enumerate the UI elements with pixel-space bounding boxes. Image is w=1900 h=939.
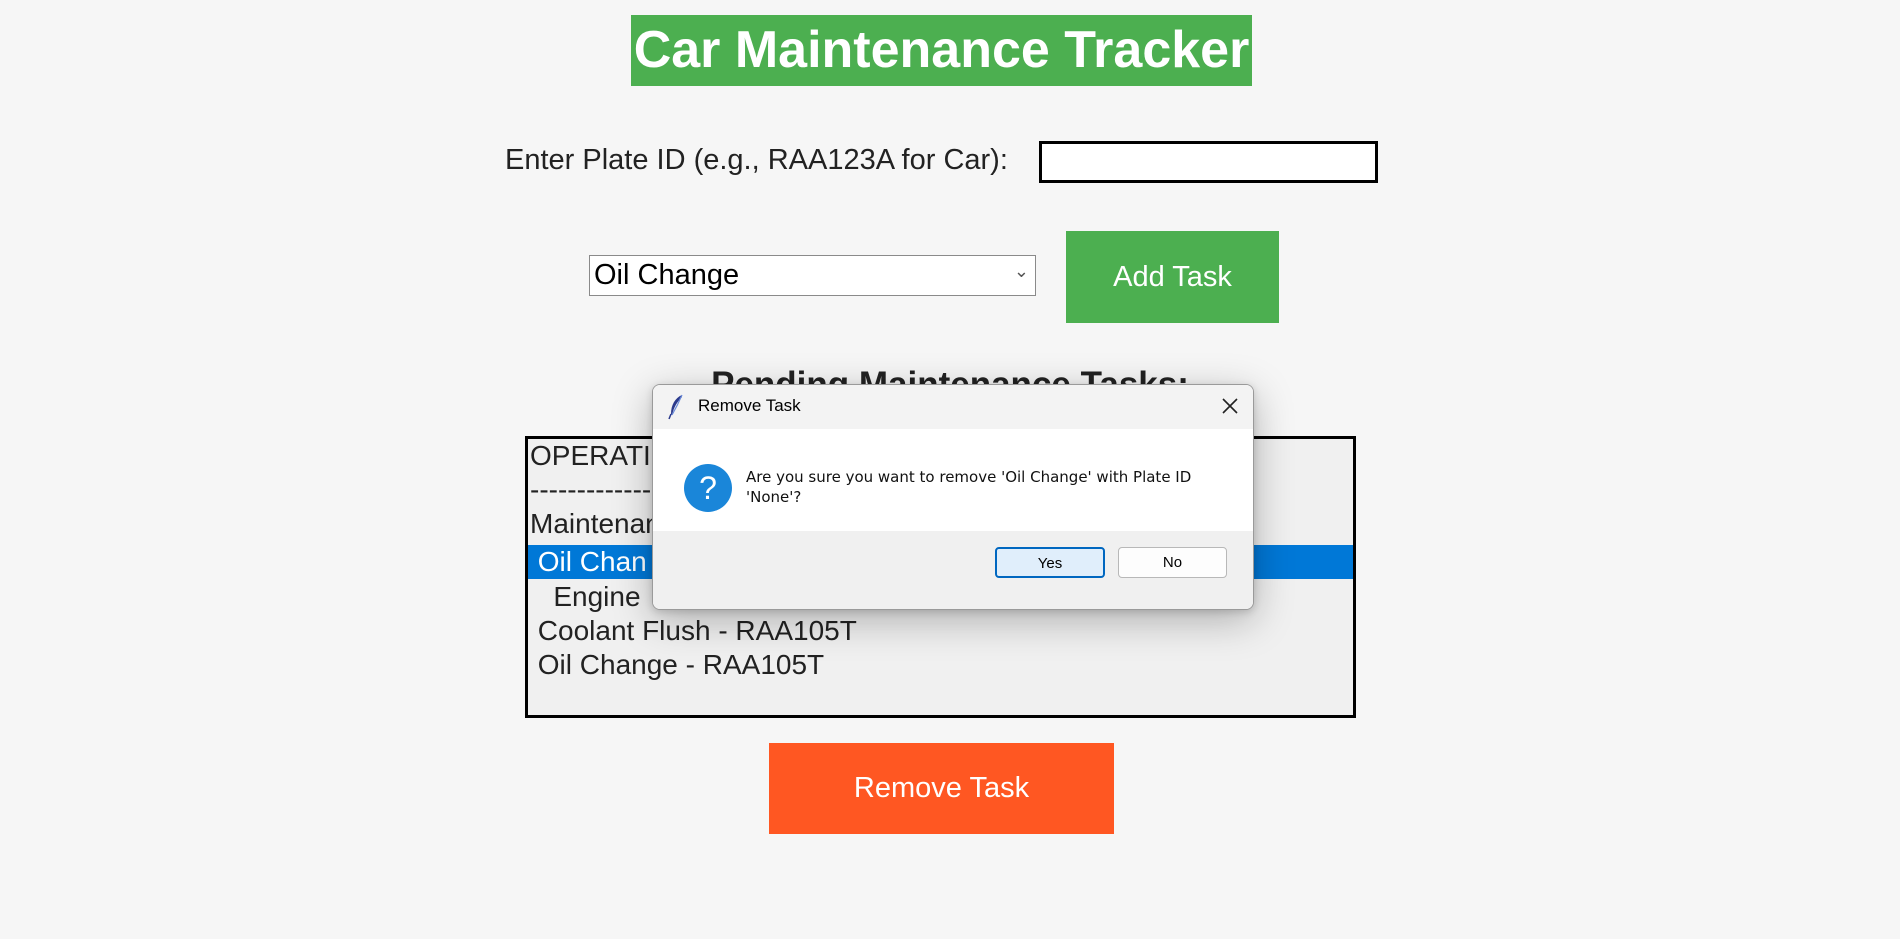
feather-icon [667,394,687,420]
list-item-text: Coolant Flush - RAA105T [530,615,857,646]
task-type-dropdown[interactable]: Oil Change ⌄ [589,255,1036,296]
close-icon[interactable] [1219,395,1241,417]
app-title: Car Maintenance Tracker [631,15,1252,86]
list-item[interactable]: Coolant Flush - RAA105T [528,614,1353,648]
yes-button[interactable]: Yes [995,547,1105,578]
list-item-text: Maintenan [530,508,661,539]
plate-id-input[interactable] [1039,141,1378,183]
question-icon: ? [684,464,732,512]
add-task-button[interactable]: Add Task [1066,231,1279,323]
dialog-titlebar[interactable]: Remove Task [653,385,1253,429]
list-item-text: Oil Change - RAA105T [530,649,825,680]
task-type-selected-value: Oil Change [594,259,740,291]
list-item-text: OPERATI [530,440,651,471]
chevron-down-icon: ⌄ [1013,261,1029,281]
dialog-footer: Yes No [653,531,1253,609]
list-item[interactable]: Oil Change - RAA105T [528,648,1353,682]
app-window: Car Maintenance Tracker Enter Plate ID (… [0,0,1900,939]
no-button[interactable]: No [1118,547,1227,578]
plate-id-label: Enter Plate ID (e.g., RAA123A for Car): [505,144,1008,176]
remove-task-dialog: Remove Task ? Are you sure you want to r… [652,384,1254,610]
list-item-text: Oil Chan [530,546,647,577]
remove-task-button[interactable]: Remove Task [769,743,1114,834]
dialog-title: Remove Task [698,396,801,415]
list-item-text: Engine [530,581,641,612]
dialog-body: ? Are you sure you want to remove 'Oil C… [653,429,1253,531]
dialog-message: Are you sure you want to remove 'Oil Cha… [746,468,1192,506]
